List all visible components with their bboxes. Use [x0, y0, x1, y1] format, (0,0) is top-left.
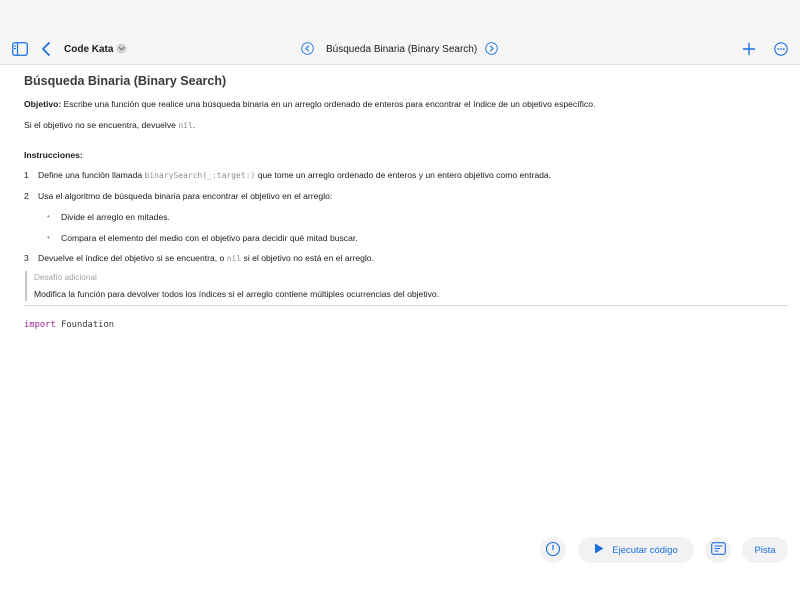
- list-item: Divide el arreglo en mitades.: [61, 212, 170, 222]
- bullet-icon: •: [47, 233, 50, 242]
- step-pre: Usa el algoritmo de búsqueda binaria par…: [38, 191, 333, 201]
- notes-button[interactable]: [705, 537, 731, 563]
- step-pre: Define una función llamada: [38, 170, 145, 180]
- chevron-left-icon[interactable]: [40, 41, 52, 57]
- step-pre: Devuelve el índice del objetivo si se en…: [38, 253, 227, 263]
- timer-button[interactable]: [540, 537, 566, 563]
- notfound-post: .: [192, 120, 196, 130]
- list-item: 1 Define una función llamada binarySearch…: [24, 170, 551, 180]
- list-number: 2: [24, 191, 29, 201]
- objective-text: Escribe una función que realice una búsq…: [61, 99, 596, 109]
- hint-label: Pista: [754, 544, 776, 556]
- list-item: 2 Usa el algoritmo de búsqueda binaria pa…: [24, 191, 332, 201]
- plus-icon[interactable]: [742, 42, 756, 56]
- run-code-label: Ejecutar código: [612, 544, 678, 556]
- step-post: si el objetivo no está en el arreglo.: [241, 253, 374, 263]
- code-module: Foundation: [55, 320, 115, 330]
- list-item: 3 Devuelve el índice del objetivo si se e…: [24, 253, 374, 263]
- challenge-callout: Desafío adicional Modifica la función pa…: [25, 271, 765, 301]
- app-title[interactable]: Code Kata: [64, 42, 113, 57]
- step-post: que tome un arreglo ordenado de enteros …: [255, 170, 552, 180]
- divider: [24, 305, 788, 306]
- inline-code: nil: [178, 121, 193, 130]
- list-number: 3: [24, 253, 29, 263]
- code-keyword: import: [24, 320, 56, 330]
- timer-icon: [545, 541, 561, 560]
- chevron-down-icon[interactable]: [116, 43, 127, 54]
- ellipsis-circle-icon[interactable]: [774, 42, 788, 56]
- list-number: 1: [24, 170, 29, 180]
- play-icon: [594, 543, 604, 557]
- toolbar: Code Kata Búsqueda Binaria (Binary Searc…: [0, 34, 800, 65]
- objective-paragraph: Objetivo: Escribe una función que realic…: [24, 99, 595, 109]
- notfound-paragraph: Si el objetivo no se encuentra, devuelve…: [24, 120, 195, 130]
- callout-body: Modifica la función para devolver todos …: [34, 289, 440, 299]
- callout-title: Desafío adicional: [34, 273, 97, 282]
- page-title: Búsqueda Binaria (Binary Search): [24, 74, 227, 88]
- list-item: Compara el elemento del medio con el obj…: [61, 233, 358, 243]
- notfound-pre: Si el objetivo no se encuentra, devuelve: [24, 120, 179, 130]
- chevron-right-circle-icon[interactable]: [485, 42, 498, 55]
- status-bar: [0, 0, 800, 34]
- inline-code: binarySearch(_:target:): [144, 171, 256, 180]
- objective-label: Objetivo:: [24, 99, 62, 109]
- code-editor[interactable]: import Foundation: [24, 320, 114, 330]
- sidebar-icon[interactable]: [12, 42, 28, 56]
- bullet-icon: •: [47, 212, 50, 221]
- instructions-heading: Instrucciones:: [24, 150, 83, 160]
- notes-icon: [710, 542, 726, 558]
- run-code-button[interactable]: Ejecutar código: [578, 537, 694, 563]
- document-title: Búsqueda Binaria (Binary Search): [326, 44, 478, 55]
- inline-code: nil: [226, 254, 242, 263]
- hint-button[interactable]: Pista: [742, 537, 788, 563]
- chevron-left-circle-icon[interactable]: [301, 42, 314, 55]
